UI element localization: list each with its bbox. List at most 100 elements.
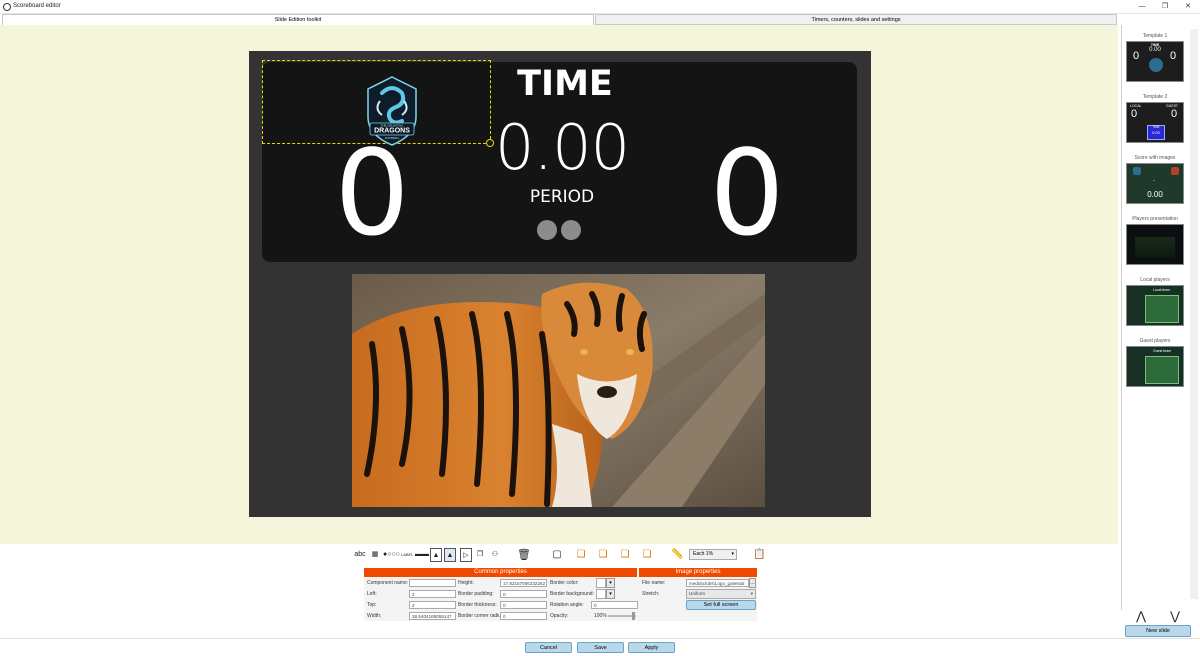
- move-down-button[interactable]: ⋁: [1168, 609, 1182, 623]
- guest-score[interactable]: 0: [702, 134, 792, 252]
- slide-preview[interactable]: TIME 0.00 0 0 PERIOD THE CELESTIAL DRAGO…: [249, 51, 871, 517]
- frame-icon[interactable]: ▢: [551, 548, 563, 562]
- bring-front-icon[interactable]: ❏: [575, 548, 587, 562]
- opacity-slider-thumb[interactable]: [632, 612, 635, 620]
- logo-text-bottom: FOOTBALL: [385, 136, 400, 140]
- tab-slide-edition[interactable]: Slide Edition toolkit: [2, 14, 594, 25]
- opacity-value: 100%: [594, 613, 607, 619]
- paste-icon[interactable]: 📋: [753, 548, 765, 562]
- move-up-button[interactable]: ⋀: [1134, 609, 1148, 623]
- time-label[interactable]: TIME: [515, 64, 615, 104]
- width-label: Width:: [367, 613, 382, 619]
- logo-text-main: DRAGONS: [374, 128, 410, 135]
- players-icon[interactable]: ⚇: [488, 548, 502, 562]
- top-input[interactable]: 2: [409, 601, 456, 609]
- browse-file-button[interactable]: …: [749, 578, 756, 588]
- local-score[interactable]: 0: [327, 134, 417, 252]
- template-players-presentation[interactable]: Players presentation: [1126, 216, 1184, 265]
- tiger-image[interactable]: [352, 274, 765, 507]
- left-label: Left:: [367, 591, 377, 597]
- resize-handle[interactable]: [486, 139, 494, 147]
- set-full-screen-button[interactable]: Set full screen: [686, 600, 756, 610]
- template-guest-players[interactable]: Guest players Guest team: [1126, 338, 1184, 387]
- template-thumbnail[interactable]: TIME 0.00 0 0: [1126, 41, 1184, 82]
- border-thickness-label: Border thickness:: [458, 602, 497, 608]
- file-name-label: File name:: [642, 580, 666, 586]
- tab-timers-settings[interactable]: Timers, counters, slides and settings: [595, 14, 1117, 25]
- border-color-swatch[interactable]: [596, 578, 606, 588]
- period-indicator[interactable]: [537, 220, 557, 240]
- width-input[interactable]: 28.6404165055147: [409, 612, 456, 620]
- dots-icon[interactable]: ●○○○: [383, 548, 400, 562]
- height-label: Height:: [458, 580, 474, 586]
- send-forward-icon[interactable]: ❏: [597, 548, 609, 562]
- period-label[interactable]: PERIOD: [512, 187, 612, 207]
- border-background-swatch[interactable]: [596, 589, 606, 599]
- template-score-with-images[interactable]: Score with images - 0.00: [1126, 155, 1184, 204]
- image-selected-icon[interactable]: ▲: [444, 548, 456, 562]
- cancel-button[interactable]: Cancel: [525, 642, 572, 653]
- send-backward-icon[interactable]: ❏: [619, 548, 631, 562]
- template-label: Guest players: [1139, 338, 1171, 344]
- window-title: Scoreboard editor: [13, 3, 61, 9]
- image-icon[interactable]: ▲: [430, 548, 442, 562]
- stretch-select[interactable]: Uniform ▾: [686, 589, 756, 599]
- time-value[interactable]: 0.00: [492, 111, 632, 184]
- border-background-dropdown[interactable]: ▾: [606, 589, 615, 599]
- component-toolbar: abc ▦ ●○○○ LABEL ▬▬ ▲ ▲ ▷ ❐ ⚇ 🗑 ▢ ❏ ❏ ❏ …: [353, 548, 773, 564]
- height-input[interactable]: 17.82157006232262: [500, 579, 547, 587]
- template-thumbnail[interactable]: LOCAL GUEST 0 0 TIME 0.00: [1126, 102, 1184, 143]
- sidebar-scrollbar[interactable]: [1190, 29, 1198, 599]
- opacity-label: Opacity:: [550, 613, 569, 619]
- border-padding-input[interactable]: 0: [500, 590, 547, 598]
- title-bar: Scoreboard editor — ❐ ✕: [0, 0, 1200, 14]
- border-padding-label: Border padding:: [458, 591, 494, 597]
- top-label: Top:: [367, 602, 377, 608]
- new-slide-button[interactable]: New slide: [1125, 625, 1191, 637]
- text-icon[interactable]: abc: [353, 548, 367, 562]
- template-label: Local players: [1140, 277, 1170, 283]
- bottom-divider: [0, 638, 1200, 639]
- trash-icon[interactable]: 🗑: [517, 548, 531, 562]
- left-input[interactable]: 2: [409, 590, 456, 598]
- apply-button[interactable]: Apply: [628, 642, 675, 653]
- template-thumbnail[interactable]: Guest team: [1126, 346, 1184, 387]
- gallery-icon[interactable]: ❐: [474, 548, 486, 562]
- minimize-button[interactable]: —: [1135, 2, 1149, 12]
- template-2[interactable]: Template 2 LOCAL GUEST 0 0 TIME 0.00: [1126, 94, 1184, 143]
- template-label: Template 2: [1142, 94, 1168, 100]
- template-thumbnail[interactable]: [1126, 224, 1184, 265]
- video-icon[interactable]: ▷: [460, 548, 472, 562]
- border-corner-label: Border corner radiu:: [458, 613, 503, 619]
- tab-bar: Slide Edition toolkit Timers, counters, …: [0, 14, 1118, 25]
- period-indicator[interactable]: [561, 220, 581, 240]
- templates-sidebar: Template 1 TIME 0.00 0 0 Template 2 LOCA…: [1121, 25, 1200, 623]
- file-name-input[interactable]: media\clubs\Logo_galestial: [686, 579, 749, 587]
- rotation-input[interactable]: 0: [591, 601, 638, 609]
- template-local-players[interactable]: Local players Local team: [1126, 277, 1184, 326]
- common-properties-header: Common properties: [364, 568, 637, 577]
- close-button[interactable]: ✕: [1181, 2, 1195, 12]
- border-thickness-input[interactable]: 0: [500, 601, 547, 609]
- template-thumbnail[interactable]: Local team: [1126, 285, 1184, 326]
- maximize-button[interactable]: ❐: [1158, 2, 1172, 12]
- logo-selection-box[interactable]: THE CELESTIAL DRAGONS FOOTBALL: [262, 60, 491, 146]
- component-name-label: Component name:: [367, 580, 409, 586]
- template-label: Template 1: [1142, 33, 1168, 39]
- counter-icon[interactable]: ▬▬: [415, 548, 429, 562]
- label-icon[interactable]: LABEL: [401, 548, 413, 562]
- send-back-icon[interactable]: ❏: [641, 548, 653, 562]
- stretch-label: Stretch:: [642, 591, 660, 597]
- border-corner-input[interactable]: 0: [500, 612, 547, 620]
- image-properties-header: Image properties: [639, 568, 757, 577]
- save-button[interactable]: Save: [577, 642, 624, 653]
- rotation-label: Rotation angle:: [550, 602, 584, 608]
- properties-panel: Common properties Image properties Compo…: [364, 568, 757, 621]
- qr-icon[interactable]: ▦: [370, 548, 380, 562]
- ruler-icon[interactable]: 📏: [671, 548, 683, 562]
- template-1[interactable]: Template 1 TIME 0.00 0 0: [1126, 33, 1184, 82]
- step-select[interactable]: Each 1% ▾: [689, 549, 737, 560]
- component-name-input[interactable]: [409, 579, 456, 587]
- template-thumbnail[interactable]: - 0.00: [1126, 163, 1184, 204]
- border-color-dropdown[interactable]: ▾: [606, 578, 615, 588]
